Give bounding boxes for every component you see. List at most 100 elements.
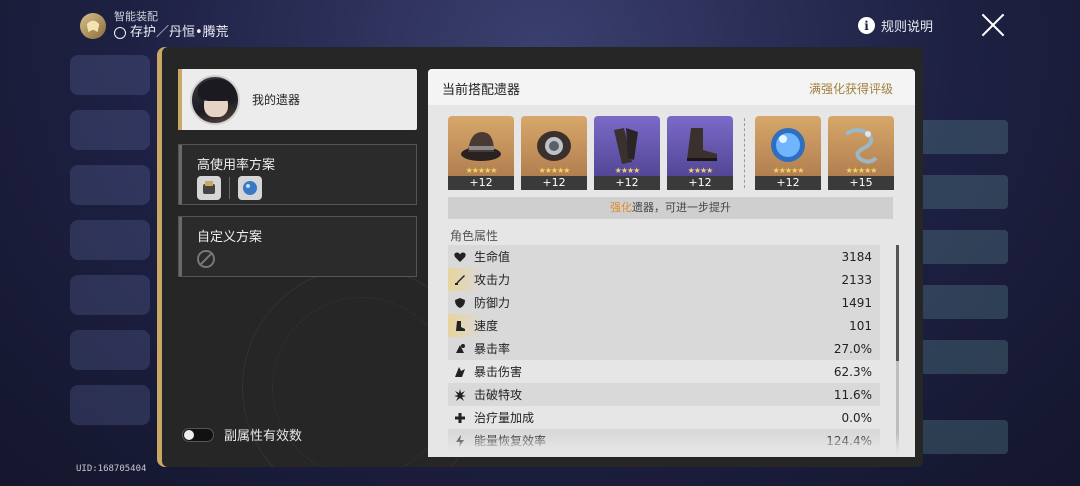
relic-slot[interactable]: ★★★★ +12 — [594, 116, 660, 190]
my-relics-label: 我的遗器 — [252, 93, 301, 107]
attribute-value: 3184 — [841, 249, 872, 264]
high-usage-plan[interactable]: 高使用率方案 — [178, 144, 417, 205]
attribute-row: 生命值 3184 — [448, 245, 880, 268]
custom-plan-title: 自定义方案 — [197, 230, 263, 245]
upgrade-hint-text: 遗器，可进一步提升 — [632, 201, 731, 214]
relic-stars: ★★★★★ — [538, 166, 571, 175]
attribute-row: 暴击率 27.0% — [448, 337, 880, 360]
gloves-relic-icon — [531, 124, 577, 166]
page-subtitle: 智能装配 — [114, 10, 158, 23]
custom-plan[interactable]: 自定义方案 — [178, 216, 417, 277]
empty-ban-icon — [197, 250, 215, 268]
relic-divider — [744, 118, 745, 188]
relic-stars: ★★★★ — [614, 166, 641, 175]
attribute-value: 2133 — [841, 272, 872, 287]
relic-stars: ★★★★ — [687, 166, 714, 175]
relic-level: +12 — [755, 176, 821, 190]
attribute-value: 27.0% — [833, 341, 872, 356]
relic-slot[interactable]: ★★★★ +12 — [667, 116, 733, 190]
attribute-name: 防御力 — [474, 296, 511, 310]
selected-indicator — [178, 69, 182, 130]
sphere-relic-icon — [765, 124, 811, 166]
boot-icon — [454, 320, 466, 332]
sword-icon — [454, 274, 466, 286]
relic-slots: ★★★★★ +12 ★★★★★ +12 ★★★★ +12 ★★★★ +12 ★★★★★ +12 ★★… — [448, 116, 901, 190]
relic-stars: ★★★★★ — [465, 166, 498, 175]
relic-slot[interactable]: ★★★★★ +15 — [828, 116, 894, 190]
relic-level: +12 — [521, 176, 587, 190]
attribute-name: 暴击伤害 — [474, 365, 523, 379]
current-relics-panel: 当前搭配遗器 满强化获得评级 ★★★★★ +12 ★★★★★ +12 ★★★★ +12 ★★… — [428, 69, 915, 457]
attribute-value: 0.0% — [841, 410, 873, 425]
page-header: 智能装配 存护／丹恒•腾荒 — [80, 10, 229, 41]
smart-equip-panel: 我的遗器 高使用率方案 自定义方案 副属性有效数 当前搭配遗器 满强化获得评级 … — [157, 47, 923, 467]
relic-slot[interactable]: ★★★★★ +12 — [448, 116, 514, 190]
path-text: 存护／丹恒•腾荒 — [130, 25, 229, 40]
crit-dmg-icon — [454, 366, 466, 378]
grade-label[interactable]: 满强化获得评级 — [809, 80, 893, 97]
scrollbar-thumb[interactable] — [896, 245, 899, 361]
shield-icon — [454, 297, 466, 309]
relic-level: +12 — [594, 176, 660, 190]
attribute-row: 防御力 1491 — [448, 291, 880, 314]
character-avatar-small — [80, 12, 106, 39]
relic-level: +15 — [828, 176, 894, 190]
high-usage-title: 高使用率方案 — [197, 158, 276, 173]
attribute-name: 速度 — [474, 319, 499, 333]
attribute-name: 暴击率 — [474, 342, 511, 356]
attributes-scrollbar[interactable] — [896, 245, 899, 455]
attribute-value: 62.3% — [833, 364, 872, 379]
character-avatar — [190, 74, 240, 125]
relic-slot[interactable]: ★★★★★ +12 — [521, 116, 587, 190]
upgrade-hint: 强化遗器，可进一步提升 — [448, 197, 893, 219]
current-relics-header: 当前搭配遗器 满强化获得评级 — [428, 69, 915, 105]
plan-list: 我的遗器 高使用率方案 自定义方案 副属性有效数 — [162, 47, 482, 467]
close-button[interactable] — [980, 12, 1006, 38]
rules-button[interactable]: i 规则说明 — [858, 16, 933, 35]
attribute-row: 暴击伤害 62.3% — [448, 360, 880, 383]
current-relics-title: 当前搭配遗器 — [442, 83, 521, 98]
attribute-value: 1491 — [841, 295, 872, 310]
info-icon: i — [858, 17, 875, 34]
boots-relic-icon — [677, 124, 723, 166]
attribute-name: 攻击力 — [474, 273, 511, 287]
relic-stars: ★★★★★ — [845, 166, 878, 175]
relic-stars: ★★★★★ — [772, 166, 805, 175]
substat-toggle-label: 副属性有效数 — [224, 429, 303, 444]
list-fade — [428, 433, 915, 457]
attribute-name: 击破特攻 — [474, 388, 523, 402]
upgrade-hint-highlight: 强化 — [610, 201, 632, 214]
attribute-name: 治疗量加成 — [474, 411, 535, 425]
preservation-path-icon — [114, 26, 126, 39]
attribute-row: 击破特攻 11.6% — [448, 383, 880, 406]
relic-level: +12 — [448, 176, 514, 190]
rules-label: 规则说明 — [881, 20, 934, 35]
heart-icon — [454, 251, 466, 263]
substat-toggle-row: 副属性有效数 — [182, 425, 302, 444]
substat-toggle[interactable] — [182, 427, 214, 442]
attribute-value: 101 — [849, 318, 872, 333]
break-icon — [454, 388, 466, 401]
attribute-row: 攻击力 2133 — [448, 268, 880, 291]
uid-text: UID:168705404 — [76, 464, 147, 474]
character-path-title: 存护／丹恒•腾荒 — [114, 24, 229, 41]
relic-set-icon-2 — [238, 176, 262, 200]
attribute-value: 11.6% — [833, 387, 872, 402]
body-relic-icon — [604, 124, 650, 166]
attribute-name: 生命值 — [474, 250, 511, 264]
relic-set-icon-1 — [197, 176, 221, 200]
attribute-row: 速度 101 — [448, 314, 880, 337]
relic-icon-separator — [229, 177, 230, 199]
my-relics-tab[interactable]: 我的遗器 — [178, 69, 417, 130]
attribute-row: 治疗量加成 0.0% — [448, 406, 880, 429]
attributes-title: 角色属性 — [450, 229, 499, 243]
hat-relic-icon — [458, 124, 504, 166]
relic-slot[interactable]: ★★★★★ +12 — [755, 116, 821, 190]
rope-relic-icon — [838, 124, 884, 166]
crit-rate-icon — [454, 343, 466, 355]
toggle-knob — [184, 429, 194, 440]
attributes-list[interactable]: 生命值 3184 攻击力 2133 防御力 1491 速度 101 暴击率 27.0% 暴击伤害 62… — [448, 245, 880, 452]
cross-icon — [454, 412, 466, 424]
plan-side-bar — [179, 217, 182, 276]
plan-side-bar — [179, 145, 182, 204]
